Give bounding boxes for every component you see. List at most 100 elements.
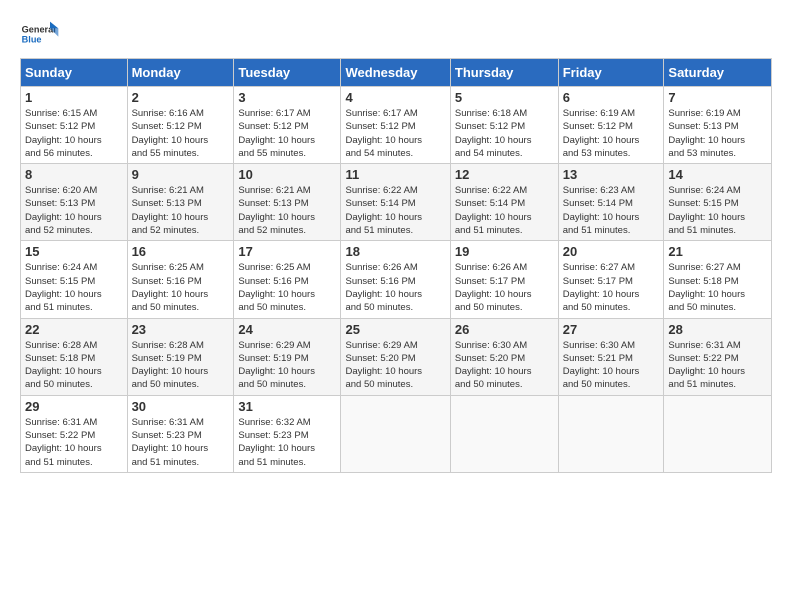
day-info: Sunrise: 6:25 AMSunset: 5:16 PMDaylight:… <box>132 261 230 314</box>
day-info: Sunrise: 6:31 AMSunset: 5:22 PMDaylight:… <box>25 416 123 469</box>
day-info: Sunrise: 6:24 AMSunset: 5:15 PMDaylight:… <box>25 261 123 314</box>
day-number: 26 <box>455 322 554 337</box>
day-number: 31 <box>238 399 336 414</box>
day-number: 9 <box>132 167 230 182</box>
day-number: 23 <box>132 322 230 337</box>
day-number: 14 <box>668 167 767 182</box>
day-info: Sunrise: 6:17 AMSunset: 5:12 PMDaylight:… <box>238 107 336 160</box>
day-number: 15 <box>25 244 123 259</box>
svg-text:Blue: Blue <box>22 35 42 45</box>
logo-icon: General Blue <box>20 20 60 50</box>
calendar-cell: 5Sunrise: 6:18 AMSunset: 5:12 PMDaylight… <box>450 87 558 164</box>
calendar-cell: 13Sunrise: 6:23 AMSunset: 5:14 PMDayligh… <box>558 164 664 241</box>
calendar-cell: 8 Sunrise: 6:20 AMSunset: 5:13 PMDaylight… <box>21 164 128 241</box>
calendar-cell: 31Sunrise: 6:32 AMSunset: 5:23 PMDayligh… <box>234 395 341 472</box>
calendar-cell: 21 Sunrise: 6:27 AMSunset: 5:18 PMDayligh… <box>664 241 772 318</box>
calendar-cell: 29 Sunrise: 6:31 AMSunset: 5:22 PMDayligh… <box>21 395 128 472</box>
day-info: Sunrise: 6:28 AMSunset: 5:18 PMDaylight:… <box>25 339 123 392</box>
calendar-cell <box>341 395 450 472</box>
calendar-cell: 9 Sunrise: 6:21 AMSunset: 5:13 PMDaylight… <box>127 164 234 241</box>
day-number: 18 <box>345 244 445 259</box>
day-info: Sunrise: 6:29 AMSunset: 5:19 PMDaylight:… <box>238 339 336 392</box>
day-info: Sunrise: 6:19 AMSunset: 5:13 PMDaylight:… <box>668 107 767 160</box>
calendar-cell: 18 Sunrise: 6:26 AMSunset: 5:16 PMDayligh… <box>341 241 450 318</box>
day-info: Sunrise: 6:28 AMSunset: 5:19 PMDaylight:… <box>132 339 230 392</box>
calendar-header-row: SundayMondayTuesdayWednesdayThursdayFrid… <box>21 59 772 87</box>
day-number: 29 <box>25 399 123 414</box>
day-number: 6 <box>563 90 660 105</box>
day-info: Sunrise: 6:18 AMSunset: 5:12 PMDaylight:… <box>455 107 554 160</box>
calendar-cell: 1Sunrise: 6:15 AMSunset: 5:12 PMDaylight… <box>21 87 128 164</box>
day-number: 2 <box>132 90 230 105</box>
day-number: 27 <box>563 322 660 337</box>
calendar-cell: 30Sunrise: 6:31 AMSunset: 5:23 PMDayligh… <box>127 395 234 472</box>
day-number: 22 <box>25 322 123 337</box>
calendar-cell <box>664 395 772 472</box>
day-info: Sunrise: 6:31 AMSunset: 5:22 PMDaylight:… <box>668 339 767 392</box>
day-info: Sunrise: 6:20 AMSunset: 5:13 PMDaylight:… <box>25 184 123 237</box>
day-info: Sunrise: 6:26 AMSunset: 5:17 PMDaylight:… <box>455 261 554 314</box>
calendar-cell: 26 Sunrise: 6:30 AMSunset: 5:20 PMDayligh… <box>450 318 558 395</box>
calendar-cell: 28 Sunrise: 6:31 AMSunset: 5:22 PMDayligh… <box>664 318 772 395</box>
day-header-tuesday: Tuesday <box>234 59 341 87</box>
day-header-friday: Friday <box>558 59 664 87</box>
calendar-cell: 11 Sunrise: 6:22 AMSunset: 5:14 PMDayligh… <box>341 164 450 241</box>
calendar-cell: 27 Sunrise: 6:30 AMSunset: 5:21 PMDayligh… <box>558 318 664 395</box>
day-info: Sunrise: 6:24 AMSunset: 5:15 PMDaylight:… <box>668 184 767 237</box>
day-info: Sunrise: 6:31 AMSunset: 5:23 PMDaylight:… <box>132 416 230 469</box>
page-header: General Blue <box>20 20 772 50</box>
calendar-week-row: 8 Sunrise: 6:20 AMSunset: 5:13 PMDaylight… <box>21 164 772 241</box>
calendar-cell: 17 Sunrise: 6:25 AMSunset: 5:16 PMDayligh… <box>234 241 341 318</box>
day-header-monday: Monday <box>127 59 234 87</box>
day-header-thursday: Thursday <box>450 59 558 87</box>
calendar-cell: 19 Sunrise: 6:26 AMSunset: 5:17 PMDayligh… <box>450 241 558 318</box>
day-info: Sunrise: 6:22 AMSunset: 5:14 PMDaylight:… <box>345 184 445 237</box>
calendar-week-row: 29 Sunrise: 6:31 AMSunset: 5:22 PMDayligh… <box>21 395 772 472</box>
calendar-cell: 22 Sunrise: 6:28 AMSunset: 5:18 PMDayligh… <box>21 318 128 395</box>
day-number: 17 <box>238 244 336 259</box>
day-number: 11 <box>345 167 445 182</box>
calendar-cell: 14 Sunrise: 6:24 AMSunset: 5:15 PMDayligh… <box>664 164 772 241</box>
day-number: 3 <box>238 90 336 105</box>
day-number: 13 <box>563 167 660 182</box>
day-info: Sunrise: 6:26 AMSunset: 5:16 PMDaylight:… <box>345 261 445 314</box>
calendar-cell: 12Sunrise: 6:22 AMSunset: 5:14 PMDayligh… <box>450 164 558 241</box>
day-info: Sunrise: 6:25 AMSunset: 5:16 PMDaylight:… <box>238 261 336 314</box>
day-info: Sunrise: 6:30 AMSunset: 5:21 PMDaylight:… <box>563 339 660 392</box>
day-info: Sunrise: 6:16 AMSunset: 5:12 PMDaylight:… <box>132 107 230 160</box>
day-number: 19 <box>455 244 554 259</box>
calendar-table: SundayMondayTuesdayWednesdayThursdayFrid… <box>20 58 772 473</box>
day-number: 7 <box>668 90 767 105</box>
day-info: Sunrise: 6:30 AMSunset: 5:20 PMDaylight:… <box>455 339 554 392</box>
day-number: 10 <box>238 167 336 182</box>
day-number: 4 <box>345 90 445 105</box>
day-info: Sunrise: 6:19 AMSunset: 5:12 PMDaylight:… <box>563 107 660 160</box>
day-number: 21 <box>668 244 767 259</box>
calendar-cell: 10 Sunrise: 6:21 AMSunset: 5:13 PMDayligh… <box>234 164 341 241</box>
calendar-cell: 15 Sunrise: 6:24 AMSunset: 5:15 PMDayligh… <box>21 241 128 318</box>
calendar-cell: 3 Sunrise: 6:17 AMSunset: 5:12 PMDaylight… <box>234 87 341 164</box>
day-number: 16 <box>132 244 230 259</box>
calendar-cell: 20Sunrise: 6:27 AMSunset: 5:17 PMDayligh… <box>558 241 664 318</box>
day-number: 25 <box>345 322 445 337</box>
calendar-cell: 4 Sunrise: 6:17 AMSunset: 5:12 PMDaylight… <box>341 87 450 164</box>
calendar-cell <box>450 395 558 472</box>
day-info: Sunrise: 6:21 AMSunset: 5:13 PMDaylight:… <box>238 184 336 237</box>
calendar-cell: 6 Sunrise: 6:19 AMSunset: 5:12 PMDaylight… <box>558 87 664 164</box>
day-info: Sunrise: 6:21 AMSunset: 5:13 PMDaylight:… <box>132 184 230 237</box>
day-number: 28 <box>668 322 767 337</box>
day-header-sunday: Sunday <box>21 59 128 87</box>
day-info: Sunrise: 6:17 AMSunset: 5:12 PMDaylight:… <box>345 107 445 160</box>
calendar-week-row: 22 Sunrise: 6:28 AMSunset: 5:18 PMDayligh… <box>21 318 772 395</box>
day-header-saturday: Saturday <box>664 59 772 87</box>
logo: General Blue <box>20 20 62 50</box>
day-number: 12 <box>455 167 554 182</box>
day-info: Sunrise: 6:27 AMSunset: 5:18 PMDaylight:… <box>668 261 767 314</box>
day-header-wednesday: Wednesday <box>341 59 450 87</box>
calendar-cell: 25Sunrise: 6:29 AMSunset: 5:20 PMDayligh… <box>341 318 450 395</box>
day-number: 1 <box>25 90 123 105</box>
calendar-cell: 16 Sunrise: 6:25 AMSunset: 5:16 PMDayligh… <box>127 241 234 318</box>
day-number: 8 <box>25 167 123 182</box>
day-info: Sunrise: 6:27 AMSunset: 5:17 PMDaylight:… <box>563 261 660 314</box>
calendar-cell: 7 Sunrise: 6:19 AMSunset: 5:13 PMDaylight… <box>664 87 772 164</box>
